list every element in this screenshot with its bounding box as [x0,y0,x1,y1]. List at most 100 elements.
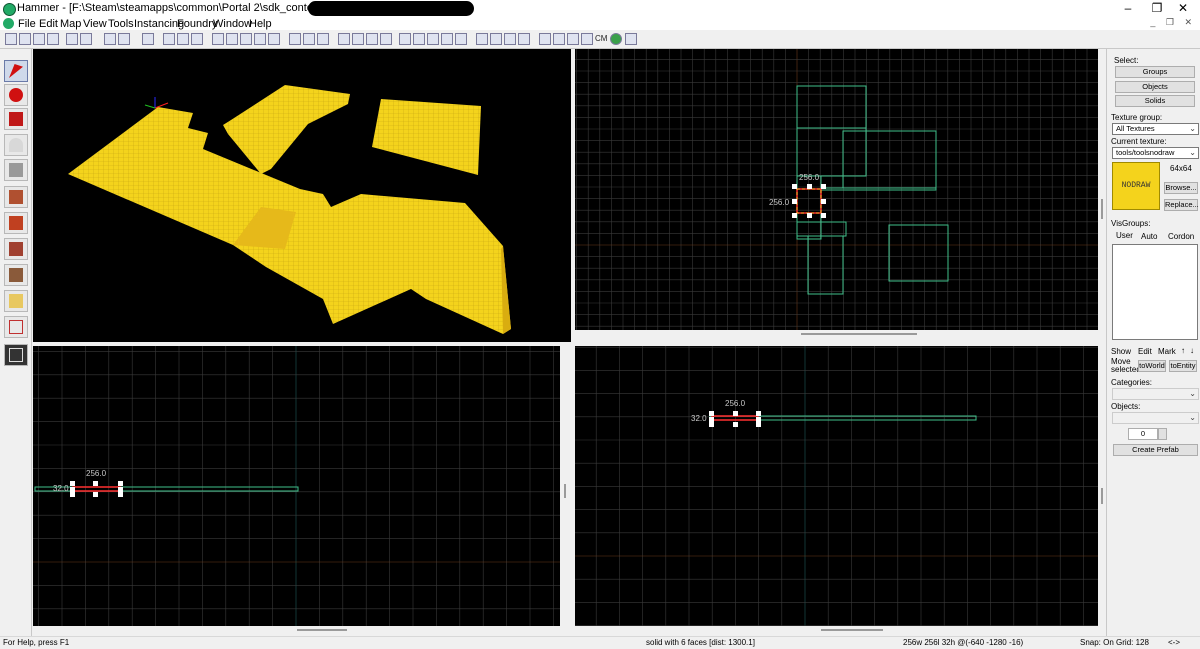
select-solids-button[interactable]: Solids [1115,95,1195,107]
tab-visgroups-auto[interactable]: Auto [1141,232,1157,241]
top-view-vscroll[interactable] [1098,49,1106,338]
side-resize-handles[interactable] [709,411,761,427]
menu-map[interactable]: Map [60,18,81,30]
browse-button[interactable]: Browse... [1164,182,1198,194]
cm-label[interactable]: CM [595,34,607,43]
front-view-hscroll[interactable] [33,626,560,634]
menu-file[interactable]: File [18,18,36,30]
front-view-vscroll[interactable] [561,346,569,626]
texture-lock-icon[interactable] [191,33,203,45]
objects-count-field[interactable]: 0 [1128,428,1158,440]
overlay-icon[interactable] [504,33,516,45]
objects-select[interactable]: ⌄ [1112,412,1199,424]
arrow-down-icon[interactable]: ↓ [1190,346,1194,355]
tab-visgroups-cordon[interactable]: Cordon [1168,232,1194,241]
edit-button[interactable]: Edit [1138,347,1152,356]
show-button[interactable]: Show [1111,347,1131,356]
side-view-vscroll-thumb[interactable] [1101,488,1103,504]
run-map-icon[interactable] [380,33,392,45]
arrow-up-icon[interactable]: ↑ [1181,346,1185,355]
show-icon[interactable] [177,33,189,45]
hide-icon[interactable] [163,33,175,45]
hollow-icon[interactable] [80,33,92,45]
overlay-tool-button[interactable] [4,290,28,312]
close-button[interactable]: ✕ [1166,0,1200,17]
select-objects-button[interactable]: Objects [1115,81,1195,93]
menu-help[interactable]: Help [249,18,272,30]
cordon-icon[interactable] [399,33,411,45]
menu-window[interactable]: Window [213,18,252,30]
extra-icon[interactable] [625,33,637,45]
toolbox-tool-button[interactable] [4,186,28,208]
cut-icon[interactable] [289,33,301,45]
brush-textured-icon[interactable] [254,33,266,45]
categories-select[interactable]: ⌄ [1112,388,1199,400]
visgroups-list[interactable] [1112,244,1198,340]
path-tool-button[interactable] [4,344,28,366]
toolbar-selection-icon[interactable] [413,33,425,45]
to-entity-button[interactable]: toEntity [1169,360,1197,372]
to-world-button[interactable]: toWorld [1138,360,1166,372]
top-view-hscroll[interactable] [575,330,1098,338]
wireframe-icon[interactable] [581,33,593,45]
front-resize-handles[interactable] [70,481,123,497]
side-view-hscroll[interactable] [575,626,1098,634]
side-view-vscroll[interactable] [1098,346,1106,626]
entity-io-icon[interactable] [441,33,453,45]
carve-icon[interactable] [66,33,78,45]
apply-texture-tool-button[interactable] [4,238,28,260]
camera-3d-viewport[interactable] [33,49,571,342]
path-icon[interactable] [490,33,502,45]
grid-icon[interactable] [5,33,17,45]
copy-icon[interactable] [303,33,315,45]
entity-tool-button[interactable] [4,134,28,156]
texture-preview[interactable]: NODRAW [1112,162,1160,210]
side-2d-viewport[interactable]: 256.0 32.0 [575,346,1098,626]
menu-view[interactable]: View [83,18,107,30]
grid-small-icon[interactable] [19,33,31,45]
mark-button[interactable]: Mark [1158,347,1176,356]
sync-icon[interactable] [553,33,565,45]
objects-count-spinner[interactable] [1158,428,1167,440]
front-view-hscroll-thumb[interactable] [297,629,347,631]
toolbar-text-icon[interactable] [427,33,439,45]
decal-tool-button[interactable] [4,264,28,286]
top-2d-viewport[interactable]: 256.0 256.0 [575,49,1098,330]
menu-edit[interactable]: Edit [39,18,58,30]
paint-icon[interactable] [518,33,530,45]
clipping-tool-button[interactable] [4,316,28,338]
menu-foundry[interactable]: Foundry [177,18,217,30]
menu-tools[interactable]: Tools [108,18,134,30]
render-mode-icon[interactable] [567,33,579,45]
texture-group-select[interactable]: All Textures ⌄ [1112,123,1199,135]
magnify-tool-button[interactable] [4,84,28,106]
top-view-vscroll-thumb[interactable] [1101,199,1103,219]
texture-application-tool-button[interactable] [4,212,28,234]
top-view-hscroll-thumb[interactable] [801,333,917,335]
paste-icon[interactable] [317,33,329,45]
undo-icon[interactable] [104,33,116,45]
front-2d-viewport[interactable]: 256.0 32.0 [33,346,560,626]
toggle-helpers-icon[interactable] [366,33,378,45]
brush-flat-icon[interactable] [240,33,252,45]
texture-bar-icon[interactable] [338,33,350,45]
side-view-hscroll-thumb[interactable] [821,629,883,631]
redo-icon[interactable] [118,33,130,45]
brush-icon[interactable] [212,33,224,45]
prefab-icon[interactable] [455,33,467,45]
group-icon[interactable] [142,33,154,45]
select-groups-button[interactable]: Groups [1115,66,1195,78]
brush-lit-icon[interactable] [268,33,280,45]
grid-toggle-icon[interactable] [47,33,59,45]
grid-dots-icon[interactable] [33,33,45,45]
front-view-vscroll-thumb[interactable] [564,484,566,498]
brush-outline-icon[interactable] [226,33,238,45]
toggle-3d-grid-icon[interactable] [352,33,364,45]
block-tool-button[interactable] [4,159,28,181]
current-texture-select[interactable]: tools/toolsnodraw ⌄ [1112,147,1199,159]
replace-button[interactable]: Replace... [1164,199,1199,211]
tab-visgroups-user[interactable]: User [1116,231,1133,240]
create-prefab-button[interactable]: Create Prefab [1113,444,1198,456]
compile-icon[interactable] [610,33,622,45]
mdi-window-controls[interactable]: _ ❐ ✕ [1150,17,1196,28]
